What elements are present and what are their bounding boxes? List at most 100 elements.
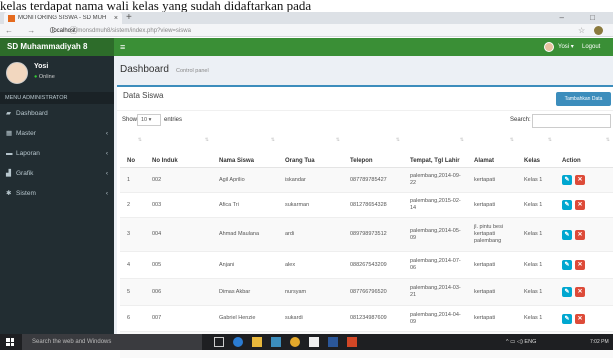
sidebar-item-sistem[interactable]: ✱ Sistem ‹ bbox=[0, 186, 114, 202]
cell-action: ✎✕ bbox=[555, 305, 613, 332]
column-header-nama-siswa[interactable]: Nama Siswa ⇅ bbox=[212, 134, 278, 168]
app-logo[interactable]: SD Muhammadiyah 8 bbox=[0, 38, 114, 56]
delete-button[interactable]: ✕ bbox=[575, 260, 585, 270]
system-tray[interactable]: ^ ▭ ◁) ENG bbox=[506, 334, 536, 350]
task-view-icon[interactable] bbox=[214, 337, 224, 347]
chevron-left-icon: ‹ bbox=[105, 190, 108, 197]
sort-icon: ⇅ bbox=[137, 137, 142, 143]
page-title: Dashboard bbox=[120, 64, 169, 75]
store-icon[interactable] bbox=[271, 337, 281, 347]
cell-alamat: jl. pintu besi kertapati palembang bbox=[467, 217, 517, 252]
sort-icon: ⇅ bbox=[395, 137, 400, 143]
cell-telp: 081278654328 bbox=[343, 192, 403, 218]
chrome-icon[interactable] bbox=[290, 337, 300, 347]
table-row: 3 004 Ahmad Maulana ardi 089798973512 pa… bbox=[120, 217, 613, 252]
edit-button[interactable]: ✎ bbox=[562, 175, 572, 185]
cell-no: 5 bbox=[120, 278, 145, 306]
page-subtitle: Control panel bbox=[176, 68, 209, 74]
delete-button[interactable]: ✕ bbox=[575, 200, 585, 210]
cell-action: ✎✕ bbox=[555, 217, 613, 252]
cell-telp: 081234987609 bbox=[343, 305, 403, 332]
navbar-user-menu[interactable]: Yosi ▾ bbox=[558, 38, 574, 56]
sidebar-toggle-icon[interactable]: ≡ bbox=[120, 38, 125, 56]
taskbar-search-box[interactable]: Search the web and Windows bbox=[22, 334, 202, 350]
chevron-down-icon: ▾ bbox=[148, 117, 152, 123]
cell-ttl: palembang,2014-07-06 bbox=[403, 251, 467, 279]
entries-length-select[interactable]: 10 ▾ bbox=[137, 114, 161, 126]
cell-ttl: palembang,2014-04-09 bbox=[403, 305, 467, 332]
add-data-button[interactable]: Tambahkan Data bbox=[556, 92, 611, 106]
column-header-action: Action ⇅ bbox=[555, 134, 613, 168]
cell-no: 3 bbox=[120, 217, 145, 252]
file-explorer-icon[interactable] bbox=[252, 337, 262, 347]
media-icon[interactable] bbox=[309, 337, 319, 347]
bookmark-star-icon[interactable]: ☆ bbox=[578, 24, 585, 37]
cell-ttl: palembang,2014-05-09 bbox=[403, 217, 467, 252]
sidebar-item-label: Sistem bbox=[16, 190, 36, 197]
extension-icon[interactable] bbox=[594, 26, 603, 35]
sidebar-item-label: Laporan bbox=[16, 150, 40, 157]
cell-ttl: palembang,2014-09-22 bbox=[403, 167, 467, 193]
cell-ortu: sukardi bbox=[278, 305, 343, 332]
column-header-kelas[interactable]: Kelas ⇅ bbox=[517, 134, 555, 168]
url-field[interactable]: localhost/monsdmuh8/sistem/index.php?vie… bbox=[52, 26, 191, 36]
word-icon[interactable] bbox=[328, 337, 338, 347]
taskbar-clock[interactable]: 7:02 PM bbox=[590, 334, 609, 350]
search-label: Search: bbox=[510, 117, 531, 123]
search-input[interactable] bbox=[532, 114, 611, 128]
sort-icon: ⇅ bbox=[547, 137, 552, 143]
edit-button[interactable]: ✎ bbox=[562, 260, 572, 270]
taskbar-apps bbox=[214, 334, 357, 350]
status-text: Online bbox=[38, 74, 55, 80]
cell-ortu: nursyam bbox=[278, 278, 343, 306]
windows-start-icon[interactable] bbox=[6, 338, 14, 346]
cell-ortu: alex bbox=[278, 251, 343, 279]
delete-button[interactable]: ✕ bbox=[575, 175, 585, 185]
edit-button[interactable]: ✎ bbox=[562, 229, 572, 240]
show-label: Show bbox=[122, 117, 138, 123]
column-header-tempat-tgl-lahir[interactable]: Tempat, Tgl Lahir ⇅ bbox=[403, 134, 467, 168]
sort-icon: ⇅ bbox=[459, 137, 464, 143]
tab-close-icon[interactable]: × bbox=[114, 15, 118, 22]
sidebar-item-laporan[interactable]: ▬ Laporan ‹ bbox=[0, 146, 114, 162]
sort-icon: ⇅ bbox=[509, 137, 514, 143]
cell-alamat: kertapati bbox=[467, 278, 517, 306]
edit-button[interactable]: ✎ bbox=[562, 313, 572, 324]
tab-title: MONITORING SISWA - SD MUH bbox=[18, 15, 107, 21]
chart-icon: ▟ bbox=[6, 170, 11, 177]
column-header-alamat[interactable]: Alamat ⇅ bbox=[467, 134, 517, 168]
cell-kelas: Kelas 1 bbox=[517, 251, 555, 279]
cell-telp: 089798973512 bbox=[343, 217, 403, 252]
logout-link[interactable]: Logout bbox=[582, 38, 600, 56]
cell-nama: Gabriel Henzie bbox=[212, 305, 278, 332]
browser-tab[interactable]: MONITORING SISWA - SD MUH × bbox=[4, 12, 122, 24]
cell-nama: Anjani bbox=[212, 251, 278, 279]
column-header-orang-tua[interactable]: Orang Tua ⇅ bbox=[278, 134, 343, 168]
app-icon[interactable] bbox=[347, 337, 357, 347]
sidebar-item-dashboard[interactable]: ▰ Dashboard bbox=[0, 106, 114, 122]
delete-button[interactable]: ✕ bbox=[575, 313, 585, 324]
sidebar-item-master[interactable]: ▦ Master ‹ bbox=[0, 126, 114, 142]
sidebar-item-label: Dashboard bbox=[16, 110, 48, 117]
edit-button[interactable]: ✎ bbox=[562, 287, 572, 297]
window-controls[interactable]: – □ bbox=[559, 12, 607, 24]
navbar-avatar[interactable] bbox=[544, 42, 554, 52]
new-tab-button[interactable]: + bbox=[126, 12, 132, 24]
cell-nama: Ahmad Maulana bbox=[212, 217, 278, 252]
cell-ttl: palembang,2015-02-14 bbox=[403, 192, 467, 218]
edit-button[interactable]: ✎ bbox=[562, 200, 572, 210]
sidebar-item-grafik[interactable]: ▟ Grafik ‹ bbox=[0, 166, 114, 182]
sort-icon: ⇅ bbox=[204, 137, 209, 143]
cell-action: ✎✕ bbox=[555, 192, 613, 218]
cell-induk: 002 bbox=[145, 167, 212, 193]
cell-kelas: Kelas 1 bbox=[517, 278, 555, 306]
cell-alamat: kertapati bbox=[467, 192, 517, 218]
edge-icon[interactable] bbox=[233, 337, 243, 347]
delete-button[interactable]: ✕ bbox=[575, 287, 585, 297]
column-header-no-induk[interactable]: No Induk ⇅ bbox=[145, 134, 212, 168]
delete-button[interactable]: ✕ bbox=[575, 229, 585, 240]
column-header-telepon[interactable]: Telepon ⇅ bbox=[343, 134, 403, 168]
column-header-no[interactable]: No ⇅ bbox=[120, 134, 145, 168]
favicon-icon bbox=[8, 14, 15, 22]
cell-alamat: kertapati bbox=[467, 167, 517, 193]
